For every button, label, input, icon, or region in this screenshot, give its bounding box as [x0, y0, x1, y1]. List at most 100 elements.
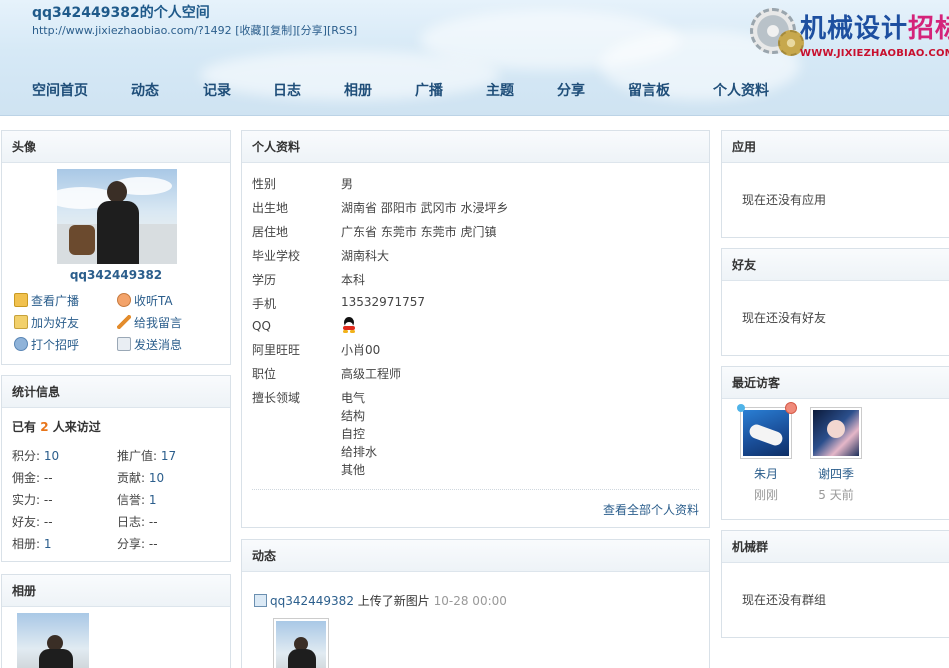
profile-birthplace: 湖南省 邵阳市 武冈市 水浸坪乡 [341, 201, 509, 215]
divider [252, 489, 699, 490]
visitor-avatar[interactable] [737, 402, 797, 459]
visitor-avatar[interactable] [810, 407, 862, 459]
friends-panel-title: 好友 [722, 249, 949, 281]
stat-friends: 好友: -- [12, 515, 53, 529]
profile-position: 高级工程师 [341, 367, 402, 381]
megaphone-icon [14, 293, 28, 307]
send-message-link[interactable]: 发送消息 [117, 336, 182, 353]
nav-records[interactable]: 记录 [203, 80, 231, 100]
image-icon [254, 594, 267, 607]
stats-panel-title: 统计信息 [2, 376, 230, 408]
visitor-time: 刚刚 [753, 488, 778, 502]
apps-panel: 应用 现在还没有应用 [721, 130, 949, 238]
nav-home[interactable]: 空间首页 [32, 80, 88, 100]
visitors-panel-title: 最近访客 [722, 367, 949, 399]
space-url-link[interactable]: http://www.jixiezhaobiao.com/?1492 [32, 24, 232, 37]
profile-key: 职位 [252, 367, 277, 381]
avatar[interactable] [57, 169, 177, 264]
nav-blog[interactable]: 日志 [273, 80, 301, 100]
view-all-profile-link[interactable]: 查看全部个人资料 [603, 501, 699, 518]
feed-action: 上传了新图片 [357, 594, 430, 608]
avatar-panel: 头像 qq342449382 查看广播 收听TA 加为好友 给我留言 打个招呼 … [1, 130, 231, 365]
bookmark-link[interactable]: [收藏] [235, 24, 266, 37]
specialty-item: 结构 [341, 409, 366, 423]
visitor-item[interactable]: 朱月 刚刚 [736, 402, 797, 503]
view-broadcast-link[interactable]: 查看广播 [14, 292, 79, 309]
nav-share[interactable]: 分享 [557, 80, 585, 100]
stat-commission: 佣金: -- [12, 471, 53, 485]
specialty-item: 其他 [341, 463, 366, 477]
avatar-panel-title: 头像 [2, 131, 230, 163]
pencil-icon [117, 315, 131, 329]
profile-key: 毕业学校 [252, 249, 301, 263]
group-empty-text: 现在还没有群组 [742, 593, 827, 607]
stat-credit: 信誉: 1 [117, 493, 157, 507]
apps-empty-text: 现在还没有应用 [742, 193, 827, 207]
profile-education: 本科 [341, 273, 366, 287]
visitors-panel: 最近访客 朱月 刚刚 谢四季 5 天前 [721, 366, 949, 520]
album-panel: 相册 [1, 574, 231, 668]
qq-icon[interactable] [341, 317, 357, 333]
feed-panel: 动态 qq342449382 上传了新图片 10-28 00:00 [241, 539, 710, 668]
profile-key: 居住地 [252, 225, 289, 239]
profile-panel-title: 个人资料 [242, 131, 709, 163]
profile-key: 阿里旺旺 [252, 343, 301, 357]
nav-album[interactable]: 相册 [344, 80, 372, 100]
space-title: qq342449382的个人空间 [32, 5, 210, 21]
stat-contribution: 贡献: 10 [117, 471, 165, 485]
nav-topics[interactable]: 主题 [486, 80, 514, 100]
stat-strength: 实力: -- [12, 493, 53, 507]
username-link[interactable]: qq342449382 [2, 268, 230, 282]
poke-link[interactable]: 打个招呼 [14, 336, 79, 353]
space-header: qq342449382的个人空间 http://www.jixiezhaobia… [0, 0, 949, 116]
main-nav: 空间首页 动态 记录 日志 相册 广播 主题 分享 留言板 个人资料 [0, 80, 949, 102]
profile-key: 手机 [252, 297, 277, 311]
users-icon [117, 293, 131, 307]
profile-key: QQ [252, 319, 271, 333]
feed-time: 10-28 00:00 [433, 594, 507, 608]
rss-link[interactable]: [RSS] [327, 24, 357, 37]
profile-key: 学历 [252, 273, 277, 287]
apps-panel-title: 应用 [722, 131, 949, 163]
visit-count: 已有 2 人来访过 [12, 420, 101, 434]
group-panel-title: 机械群 [722, 531, 949, 563]
space-url-line: http://www.jixiezhaobiao.com/?1492 [收藏][… [32, 22, 357, 38]
visitor-item[interactable]: 谢四季 5 天前 [806, 407, 866, 503]
specialty-item: 电气 [341, 391, 366, 405]
specialty-item: 给排水 [341, 445, 378, 459]
handshake-icon [14, 315, 28, 329]
logo-url: WWW.JIXIEZHAOBIAO.COM [800, 48, 949, 59]
profile-aliwangwang: 小肖00 [341, 343, 381, 357]
nav-feed[interactable]: 动态 [131, 80, 159, 100]
follow-link[interactable]: 收听TA [117, 292, 173, 309]
stat-promo: 推广值: 17 [117, 449, 177, 463]
profile-phone: 13532971757 [341, 295, 425, 309]
nav-profile[interactable]: 个人资料 [713, 80, 769, 100]
nav-guestbook[interactable]: 留言板 [628, 80, 670, 100]
nav-broadcast[interactable]: 广播 [415, 80, 443, 100]
album-panel-title: 相册 [2, 575, 230, 607]
friends-panel: 好友 现在还没有好友 [721, 248, 949, 356]
copy-link[interactable]: [复制] [266, 24, 297, 37]
share-link[interactable]: [分享] [296, 24, 327, 37]
album-thumbnail[interactable] [17, 613, 89, 668]
feed-user-link[interactable]: qq342449382 [270, 594, 354, 608]
online-badge-icon [737, 404, 745, 412]
greet-icon [14, 337, 28, 351]
feed-thumbnail[interactable] [273, 618, 329, 668]
stat-albums: 相册: 1 [12, 537, 52, 551]
add-friend-link[interactable]: 加为好友 [14, 314, 79, 331]
stats-panel: 统计信息 已有 2 人来访过 积分: 10 推广值: 17 佣金: -- 贡献:… [1, 375, 231, 562]
profile-key: 出生地 [252, 201, 289, 215]
visitor-name[interactable]: 谢四季 [806, 465, 866, 482]
site-logo[interactable]: 机械设计招标网 WWW.JIXIEZHAOBIAO.COM [748, 4, 949, 66]
feed-item: qq342449382 上传了新图片 10-28 00:00 [254, 592, 507, 609]
leave-message-link[interactable]: 给我留言 [117, 314, 182, 331]
logo-text: 机械设计招标网 [800, 14, 949, 44]
feed-panel-title: 动态 [242, 540, 709, 572]
visitor-name[interactable]: 朱月 [736, 465, 796, 482]
profile-key: 擅长领域 [252, 391, 301, 405]
specialty-item: 自控 [341, 427, 366, 441]
remove-icon[interactable] [785, 402, 797, 414]
visitor-time: 5 天前 [818, 488, 854, 502]
